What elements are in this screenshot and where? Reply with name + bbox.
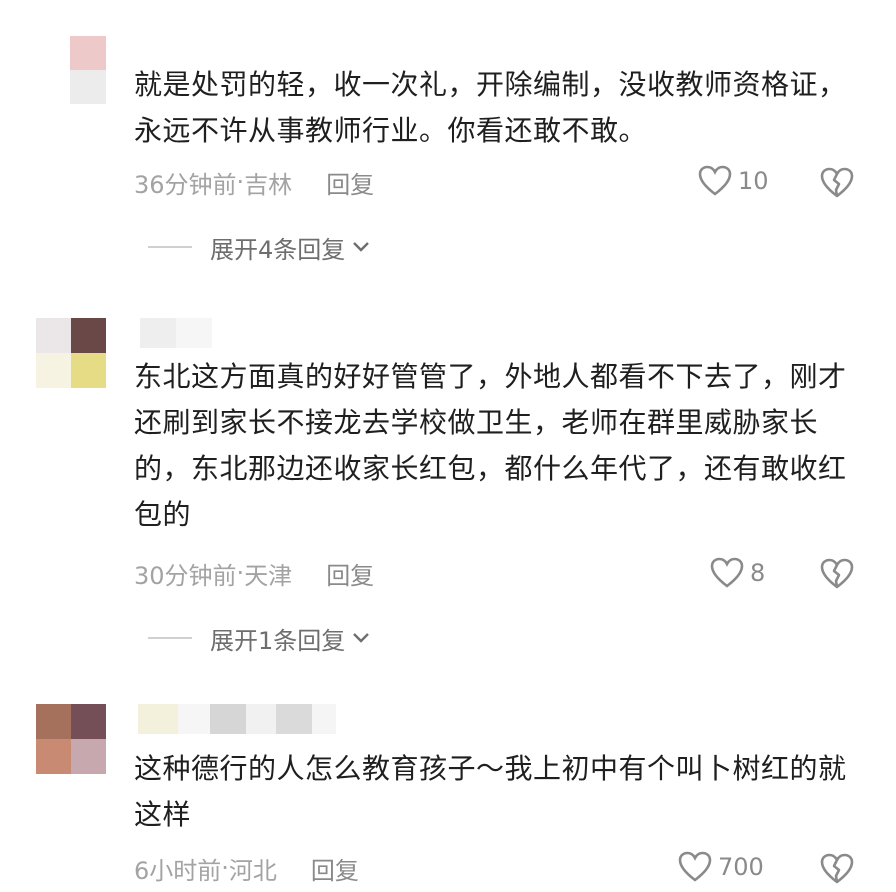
comment-text: 东北这方面真的好好管管了，外地人都看不下去了，刚才还刷到家长不接龙去学校做卫生，… — [134, 360, 847, 531]
meta-separator: · — [236, 168, 245, 196]
reply-button[interactable]: 回复 — [326, 556, 374, 591]
expand-replies-button[interactable]: 展开1条回复 — [148, 621, 371, 655]
comment-time: 30分钟前 — [134, 561, 237, 590]
like-count: 10 — [738, 167, 769, 195]
reply-button[interactable]: 回复 — [326, 165, 374, 200]
comment-text: 就是处罚的轻，收一次礼，开除编制，没收教师资格证，永远不许从事教师行业。你看还敢… — [134, 68, 847, 147]
dislike-button[interactable] — [820, 167, 854, 203]
expand-replies-label: 展开4条回复 — [210, 235, 346, 264]
comment-text: 这种德行的人怎么教育孩子～我上初中有个叫卜树红的就这样 — [134, 752, 847, 831]
heart-outline-icon — [710, 557, 744, 588]
chevron-down-icon — [353, 242, 370, 252]
dislike-button[interactable] — [820, 853, 854, 889]
comment-location: 吉林 — [244, 170, 293, 199]
comment-time: 36分钟前 — [134, 170, 237, 199]
reply-button[interactable]: 回复 — [311, 851, 359, 886]
avatar[interactable] — [36, 318, 106, 388]
broken-heart-icon — [820, 853, 854, 884]
heart-outline-icon — [678, 851, 712, 882]
like-count: 700 — [718, 853, 764, 881]
divider-line — [148, 637, 192, 639]
username-blurred[interactable] — [138, 704, 336, 734]
dislike-button[interactable] — [820, 558, 854, 594]
expand-replies-button[interactable]: 展开4条回复 — [148, 230, 371, 264]
like-button[interactable]: 700 — [678, 851, 764, 883]
like-count: 8 — [750, 559, 766, 587]
broken-heart-icon — [820, 558, 854, 589]
avatar[interactable] — [36, 704, 106, 774]
meta-separator: · — [221, 854, 229, 882]
comment-time: 6小时前 — [134, 856, 222, 885]
broken-heart-icon — [820, 167, 854, 198]
expand-replies-label: 展开1条回复 — [210, 626, 346, 655]
heart-outline-icon — [698, 165, 732, 196]
comment-location: 河北 — [228, 856, 277, 885]
meta-separator: · — [236, 559, 245, 587]
like-button[interactable]: 10 — [698, 165, 769, 197]
username-blurred[interactable] — [140, 318, 212, 348]
like-button[interactable]: 8 — [710, 557, 765, 589]
divider-line — [148, 246, 192, 248]
chevron-down-icon — [353, 633, 370, 643]
avatar[interactable] — [70, 36, 106, 104]
comment-location: 天津 — [244, 561, 293, 590]
